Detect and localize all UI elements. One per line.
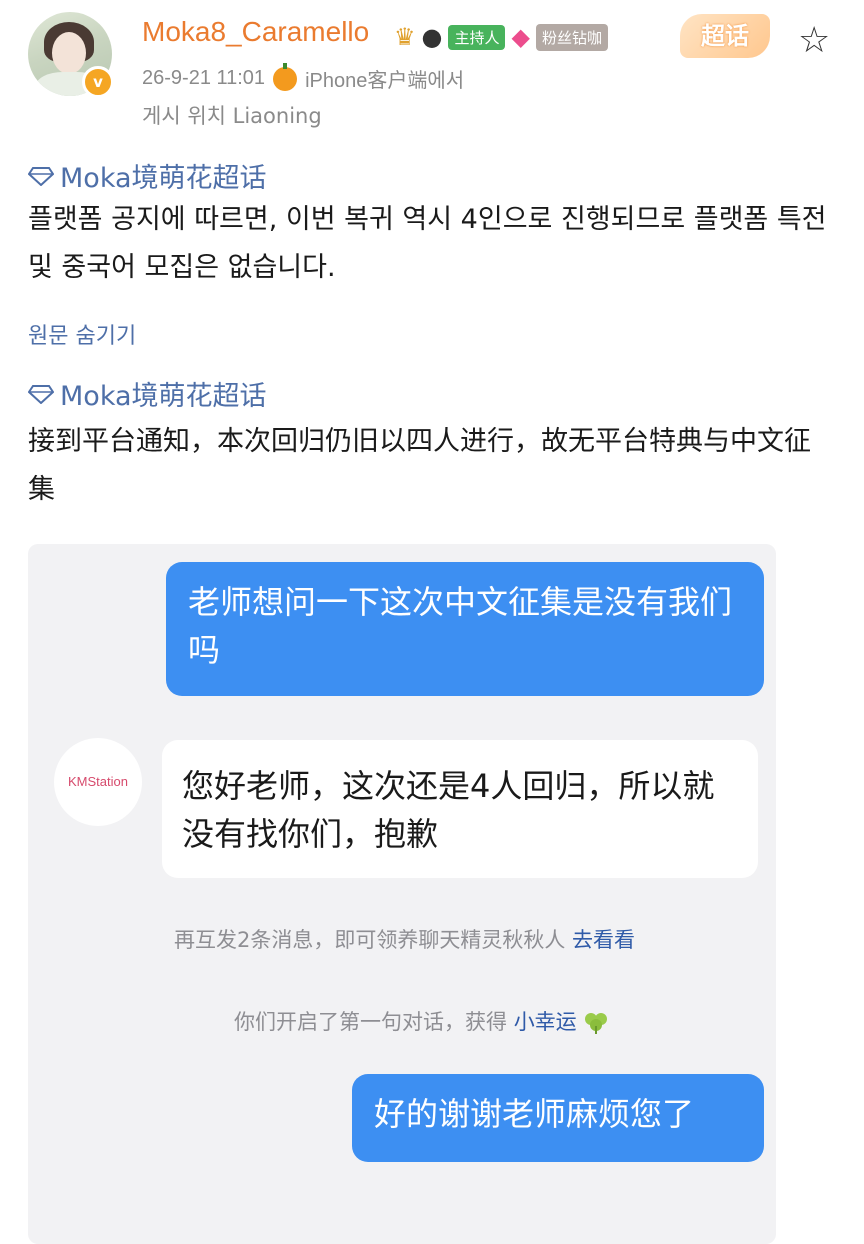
- diamond-icon: [28, 166, 54, 186]
- diamond-icon: [28, 384, 54, 404]
- fans-badge[interactable]: 粉丝钻咖: [535, 23, 608, 51]
- verified-icon: v: [82, 66, 114, 98]
- user-badges: ♛ ● 主持人 ◆ 粉丝钻咖: [394, 20, 608, 54]
- chat-bubble-outgoing: 老师想问一下这次中文征集是没有我们吗: [166, 562, 764, 696]
- user-avatar[interactable]: v: [28, 12, 114, 98]
- supertopic-label: Moka境萌花超话: [60, 163, 267, 194]
- post-timestamp: 26-9-21 11:01: [142, 67, 266, 89]
- post-meta: 26-9-21 11:01 iPhone客户端에서: [142, 62, 465, 93]
- supertopic-link[interactable]: Moka境萌花超话: [28, 156, 267, 195]
- post-header: v Moka8_Caramello ♛ ● 主持人 ◆ 粉丝钻咖 超话 ☆ 26…: [0, 0, 864, 140]
- pumpkin-icon: [273, 62, 298, 91]
- post-client: iPhone客户端에서: [305, 70, 465, 92]
- clover-icon: [585, 1013, 608, 1034]
- lucky-link[interactable]: 小幸运: [514, 1010, 577, 1034]
- translated-text: 플랫폼 공지에 따르면, 이번 복귀 역시 4인으로 진행되므로 플랫폼 특전 …: [28, 204, 827, 283]
- chat-screenshot[interactable]: 老师想问一下这次中文征集是没有我们吗 KMStation 您好老师，这次还是4人…: [28, 544, 776, 1244]
- system-note-text: 再互发2条消息，即可领养聊天精灵秋秋人: [174, 928, 566, 952]
- hide-original-link[interactable]: 원문 숨기기: [28, 318, 136, 350]
- username[interactable]: Moka8_Caramello: [142, 16, 369, 48]
- kmstation-avatar: KMStation: [54, 738, 142, 826]
- chat-system-note: 你们开启了第一句对话，获得 小幸运: [234, 1006, 609, 1036]
- supertopic-badge[interactable]: 超话: [680, 14, 770, 58]
- system-note-text: 你们开启了第一句对话，获得: [234, 1010, 507, 1034]
- go-see-link[interactable]: 去看看: [572, 928, 635, 952]
- star-icon[interactable]: ☆: [798, 20, 830, 61]
- chat-bubble-outgoing: 好的谢谢老师麻烦您了: [352, 1074, 764, 1162]
- original-text: 接到平台通知，本次回归仍旧以四人进行，故无平台特典与中文征集: [28, 426, 811, 505]
- post-location: 게시 위치 Liaoning: [142, 104, 322, 128]
- host-badge-label: 主持人: [454, 28, 500, 47]
- diamond-level-icon: ◆: [511, 23, 530, 51]
- chat-system-note: 再互发2条消息，即可领养聊天精灵秋秋人 去看看: [174, 924, 635, 954]
- crown-icon: ♛: [394, 23, 416, 51]
- original-supertopic-label: Moka境萌花超话: [60, 381, 267, 412]
- panda-icon: ●: [421, 23, 443, 51]
- host-badge[interactable]: 主持人: [448, 24, 506, 50]
- chat-bubble-incoming: 您好老师，这次还是4人回归，所以就没有找你们，抱歉: [162, 740, 758, 878]
- original-supertopic-link[interactable]: Moka境萌花超话: [28, 374, 267, 413]
